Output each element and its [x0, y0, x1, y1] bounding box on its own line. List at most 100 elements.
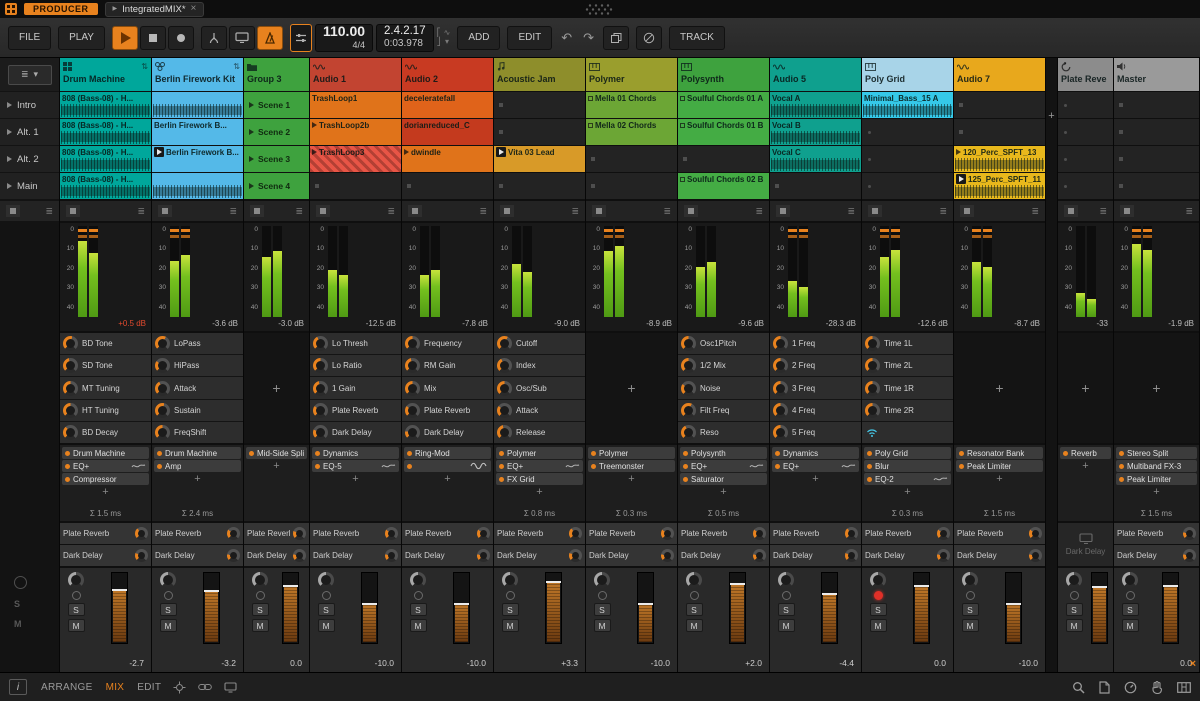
device-enable-dot[interactable]	[775, 463, 780, 469]
device-chip[interactable]: Polymer	[588, 447, 675, 459]
record-arm-button[interactable]	[965, 591, 975, 600]
send-knob[interactable]	[385, 527, 398, 540]
device-chip[interactable]: Peak Limiter	[956, 460, 1043, 472]
macro-knob[interactable]	[681, 358, 696, 374]
clip[interactable]: Soulful Chords 02 B	[678, 173, 769, 199]
clip[interactable]: TrashLoop2b	[310, 119, 401, 145]
solo-button[interactable]: S	[409, 603, 427, 616]
device-enable-dot[interactable]	[591, 463, 596, 469]
empty-clip-slot[interactable]	[678, 146, 769, 172]
record-arm-button[interactable]	[71, 591, 81, 600]
clip[interactable]: deceleratefall	[402, 92, 493, 118]
macro-knob[interactable]	[313, 402, 328, 418]
empty-clip-slot[interactable]	[1058, 173, 1113, 199]
clip[interactable]	[152, 173, 243, 199]
pan-knob[interactable]	[502, 572, 518, 588]
send-knob[interactable]	[937, 549, 950, 562]
time-signature[interactable]: 4/4	[323, 40, 366, 51]
device-chip[interactable]: Peak Limiter	[1116, 473, 1197, 485]
add-remote-controls-button[interactable]: +	[995, 380, 1003, 396]
info-button[interactable]: i	[9, 679, 27, 695]
empty-clip-slot[interactable]	[1058, 146, 1113, 172]
scene-play-icon[interactable]	[7, 102, 12, 108]
send-knob[interactable]	[293, 527, 306, 540]
view-edit-button[interactable]: EDIT	[137, 682, 161, 693]
add-device-button[interactable]: +	[312, 473, 399, 485]
macro-knob[interactable]	[313, 380, 328, 396]
device-enable-dot[interactable]	[1119, 463, 1124, 469]
macro-knob[interactable]	[155, 380, 170, 396]
device-enable-dot[interactable]	[591, 450, 596, 456]
clip[interactable]: Berlin Firework B...	[152, 146, 243, 172]
device-enable-dot[interactable]	[249, 450, 254, 456]
device-chip[interactable]: Dynamics	[312, 447, 399, 459]
add-device-button[interactable]: +	[246, 460, 307, 472]
play-menu-button[interactable]: PLAY	[58, 25, 105, 50]
volume-fader[interactable]	[111, 572, 128, 644]
gauge-icon[interactable]	[1124, 681, 1137, 694]
macro-knob[interactable]	[497, 336, 512, 352]
record-arm-button[interactable]	[505, 591, 515, 600]
clip[interactable]: 808 (Bass-08) - H...	[60, 173, 151, 199]
device-enable-dot[interactable]	[867, 476, 872, 482]
time-value[interactable]: 0:03.978	[384, 38, 426, 50]
search-icon[interactable]	[1072, 681, 1085, 694]
device-enable-dot[interactable]	[407, 463, 412, 469]
pan-knob[interactable]	[1066, 572, 1082, 588]
macro-knob[interactable]	[497, 424, 512, 440]
mute-button[interactable]: M	[409, 619, 427, 632]
edit-button[interactable]: EDIT	[507, 25, 553, 50]
add-device-button[interactable]: +	[496, 486, 583, 498]
device-enable-dot[interactable]	[959, 463, 964, 469]
track-header[interactable]: Audio 2	[402, 58, 493, 91]
scene-stop-icon[interactable]: ≣	[847, 206, 855, 216]
device-enable-dot[interactable]	[315, 450, 320, 456]
scene-stop-icon[interactable]: ≣	[479, 206, 487, 216]
send-knob[interactable]	[661, 549, 674, 562]
clip[interactable]: 808 (Bass-08) - H...	[60, 146, 151, 172]
add-remote-controls-button[interactable]: +	[1081, 380, 1089, 396]
device-chip[interactable]: Ring-Mod	[404, 447, 491, 459]
macro-knob[interactable]	[865, 380, 880, 396]
track-header[interactable]: Audio 1	[310, 58, 401, 91]
macro-knob[interactable]	[681, 336, 696, 352]
solo-button[interactable]: S	[159, 603, 177, 616]
volume-fader[interactable]	[203, 572, 220, 644]
pan-knob[interactable]	[410, 572, 426, 588]
device-enable-dot[interactable]	[1063, 450, 1068, 456]
scene-stop-icon[interactable]: ≣	[1099, 206, 1107, 216]
mute-button[interactable]: M	[1121, 619, 1139, 632]
device-chip[interactable]: Blur	[864, 460, 951, 472]
send-knob[interactable]	[293, 549, 306, 562]
record-arm-button[interactable]	[689, 591, 699, 600]
macro-knob[interactable]	[773, 336, 788, 352]
scene-menu-button[interactable]: ≣ ▾	[7, 64, 52, 85]
macro-knob[interactable]	[63, 336, 78, 352]
add-device-button[interactable]: +	[864, 486, 951, 498]
device-enable-dot[interactable]	[775, 450, 780, 456]
record-arm-button[interactable]	[255, 591, 265, 600]
mute-button[interactable]: M	[67, 619, 85, 632]
track-header[interactable]: Master	[1114, 58, 1199, 91]
solo-button[interactable]: S	[1065, 603, 1083, 616]
clip[interactable]: dorianreduced_C	[402, 119, 493, 145]
mute-button[interactable]: M	[593, 619, 611, 632]
clip-stop-button[interactable]	[408, 205, 422, 217]
macro-knob[interactable]	[63, 424, 78, 440]
solo-button[interactable]: S	[777, 603, 795, 616]
volume-fader[interactable]	[913, 572, 930, 644]
device-enable-dot[interactable]	[867, 450, 872, 456]
mute-button[interactable]: M	[685, 619, 703, 632]
device-enable-dot[interactable]	[65, 476, 70, 482]
track-header[interactable]: Polymer	[586, 58, 677, 91]
link-icon[interactable]	[198, 683, 213, 691]
device-chip[interactable]: EQ+	[62, 460, 149, 472]
scene-stop-icon[interactable]: ≣	[1031, 206, 1039, 216]
scene-stop-icon[interactable]: ≣	[137, 206, 145, 216]
macro-knob[interactable]	[681, 380, 696, 396]
scene-row[interactable]: Intro	[0, 92, 59, 118]
tempo-value[interactable]: 110.00	[323, 24, 365, 40]
solo-button[interactable]: S	[251, 603, 269, 616]
track-header[interactable]: Group 3	[244, 58, 309, 91]
pan-knob[interactable]	[962, 572, 978, 588]
